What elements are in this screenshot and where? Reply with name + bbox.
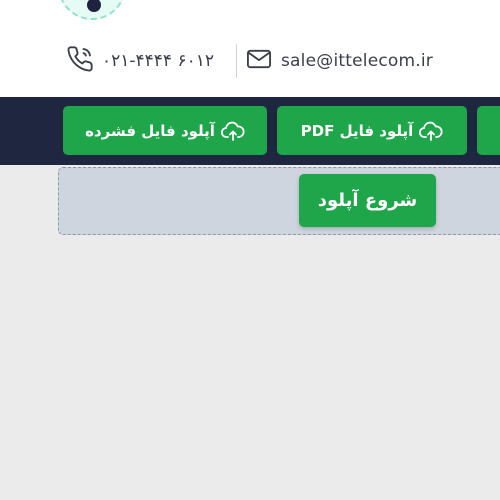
upload-other-button[interactable] — [477, 106, 500, 155]
upload-compressed-label: آپلود فایل فشرده — [85, 121, 215, 140]
email-contact[interactable]: sale@ittelecom.ir — [245, 44, 433, 78]
upload-pdf-button[interactable]: آپلود فایل PDF — [277, 106, 467, 155]
logo-dot — [87, 0, 101, 12]
upload-toolbar: آپلود فایل فشرده آپلود فایل PDF — [0, 97, 500, 165]
upload-pdf-label: آپلود فایل PDF — [300, 121, 414, 140]
cloud-upload-icon — [220, 120, 245, 142]
upload-compressed-button[interactable]: آپلود فایل فشرده — [63, 106, 267, 155]
contact-divider — [236, 44, 237, 78]
start-upload-button[interactable]: شروع آپلود — [299, 174, 436, 227]
site-header: ۰۲۱-۴۴۴۴ ۶۰۱۲ sale@ittelecom.ir — [0, 0, 500, 97]
start-upload-label: شروع آپلود — [317, 190, 418, 211]
email-address: sale@ittelecom.ir — [281, 51, 433, 71]
phone-contact[interactable]: ۰۲۱-۴۴۴۴ ۶۰۱۲ — [66, 44, 214, 78]
cloud-upload-icon — [419, 120, 443, 142]
logo[interactable] — [58, 0, 126, 20]
mail-icon — [245, 45, 273, 77]
phone-number: ۰۲۱-۴۴۴۴ ۶۰۱۲ — [102, 51, 214, 71]
phone-icon — [66, 45, 94, 77]
